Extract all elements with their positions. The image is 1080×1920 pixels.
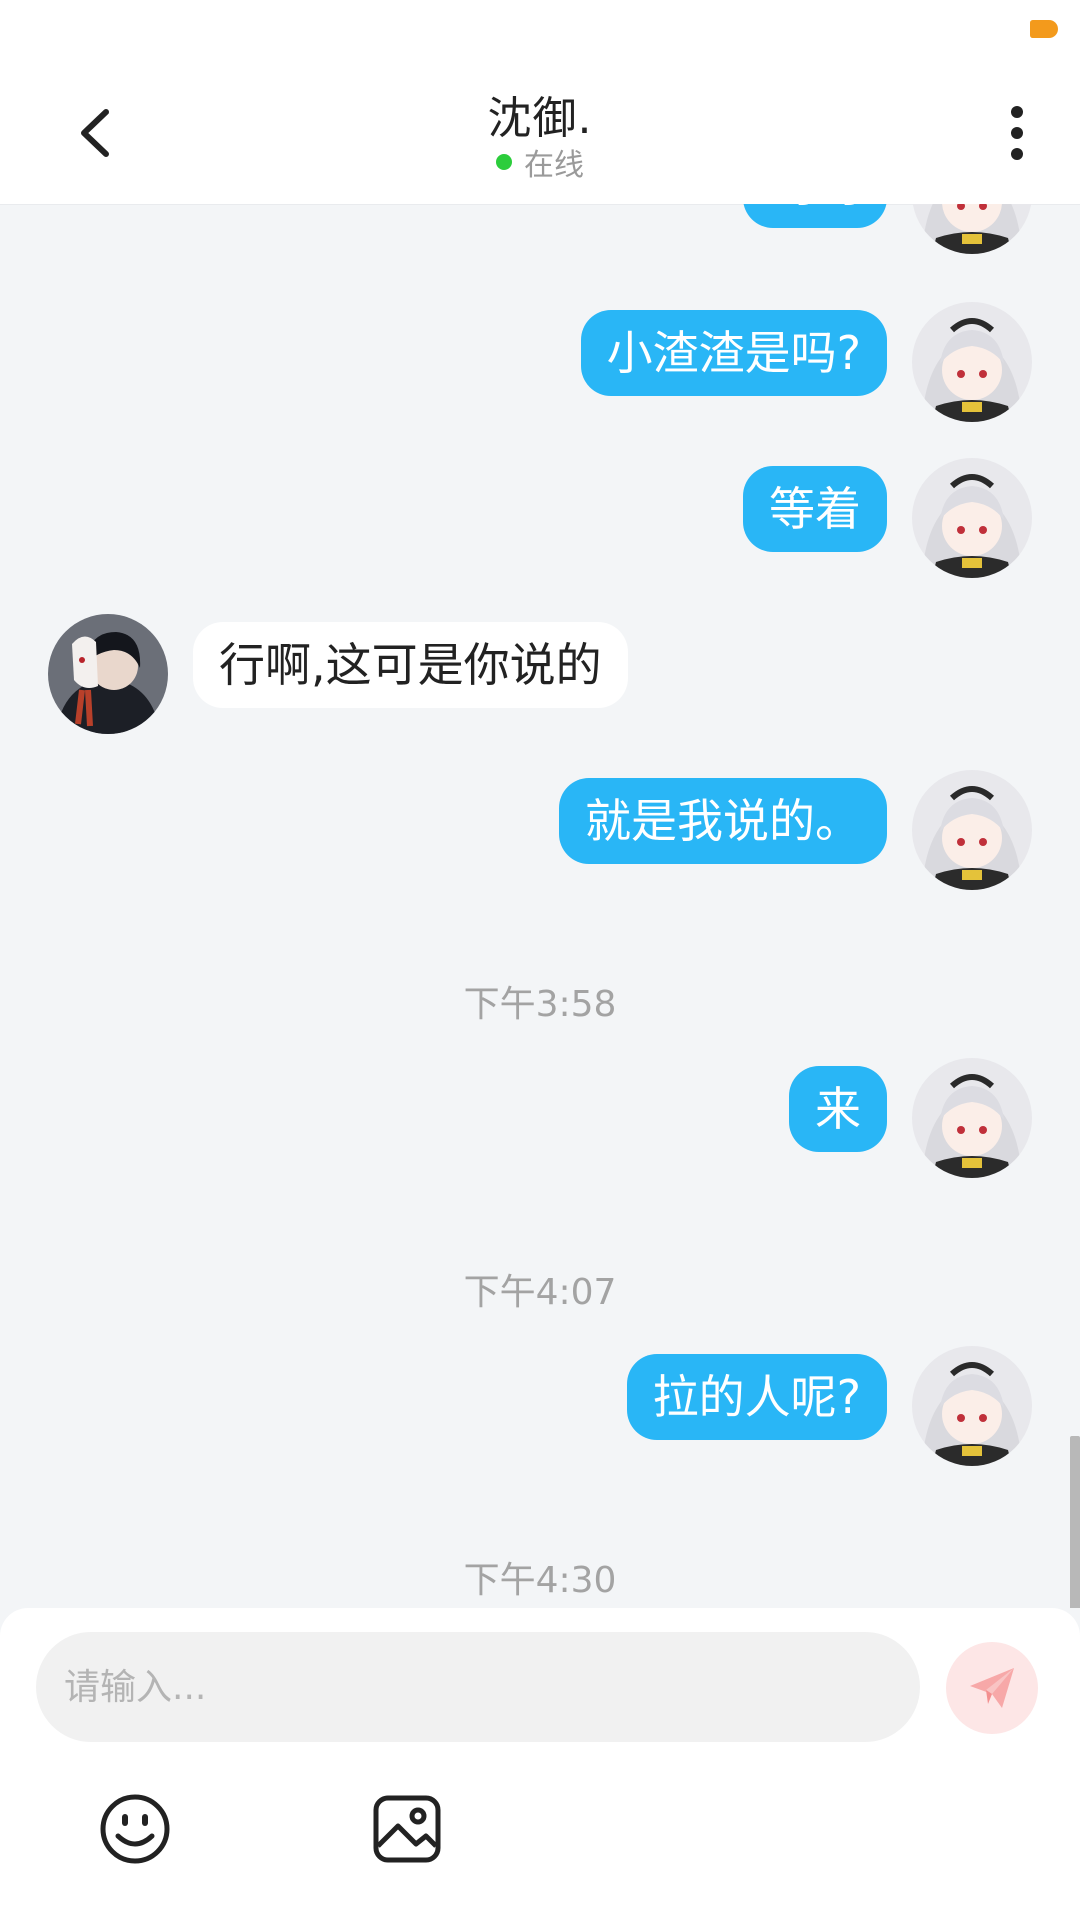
self-avatar[interactable] — [912, 204, 1032, 254]
chat-header: 沈御. 在线 — [0, 60, 1080, 205]
self-avatar[interactable] — [912, 1346, 1032, 1466]
image-icon — [373, 1795, 441, 1863]
presence-status: 在线 — [0, 140, 1080, 184]
image-picker-button[interactable] — [370, 1792, 444, 1866]
message-bubble[interactable]: 来 — [789, 1066, 887, 1152]
self-avatar[interactable] — [912, 1058, 1032, 1178]
emoji-button[interactable] — [98, 1792, 172, 1866]
paper-plane-icon — [970, 1668, 1014, 1708]
composer-bar — [0, 1608, 1080, 1920]
self-avatar[interactable] — [912, 770, 1032, 890]
self-avatar-image — [912, 1058, 1032, 1178]
online-dot-icon — [496, 154, 512, 170]
send-button[interactable] — [946, 1642, 1038, 1734]
contact-avatar-image — [48, 614, 168, 734]
scrollbar-thumb[interactable] — [1070, 1436, 1080, 1608]
battery-icon — [1030, 20, 1058, 38]
self-avatar-image — [912, 458, 1032, 578]
message-timestamp: 下午3:58 — [463, 984, 617, 1025]
message-input[interactable] — [36, 1632, 920, 1742]
chat-screen: 沈御. 在线 呵呵 — [0, 0, 1080, 1920]
message-timestamp: 下午4:07 — [463, 1272, 617, 1313]
contact-name: 沈御. — [487, 93, 593, 144]
presence-label: 在线 — [524, 148, 584, 183]
status-bar — [0, 0, 1080, 60]
contact-avatar[interactable] — [48, 614, 168, 734]
self-avatar-image — [912, 302, 1032, 422]
self-avatar[interactable] — [912, 302, 1032, 422]
self-avatar-image — [912, 770, 1032, 890]
message-list[interactable]: 呵呵 小渣渣是吗? — [0, 204, 1080, 1608]
message-bubble[interactable]: 就是我说的。 — [559, 778, 887, 864]
more-options-button[interactable] — [982, 98, 1052, 168]
self-avatar-image — [912, 204, 1032, 254]
smiley-icon — [100, 1794, 170, 1864]
self-avatar[interactable] — [912, 458, 1032, 578]
message-bubble[interactable]: 等着 — [743, 466, 887, 552]
message-bubble[interactable]: 小渣渣是吗? — [580, 310, 887, 396]
message-bubble[interactable]: 行啊,这可是你说的 — [193, 622, 628, 708]
more-vertical-icon — [1011, 106, 1023, 160]
message-bubble[interactable]: 拉的人呢? — [626, 1354, 887, 1440]
message-timestamp: 下午4:30 — [463, 1560, 617, 1601]
self-avatar-image — [912, 1346, 1032, 1466]
message-bubble[interactable]: 呵呵 — [743, 204, 887, 228]
